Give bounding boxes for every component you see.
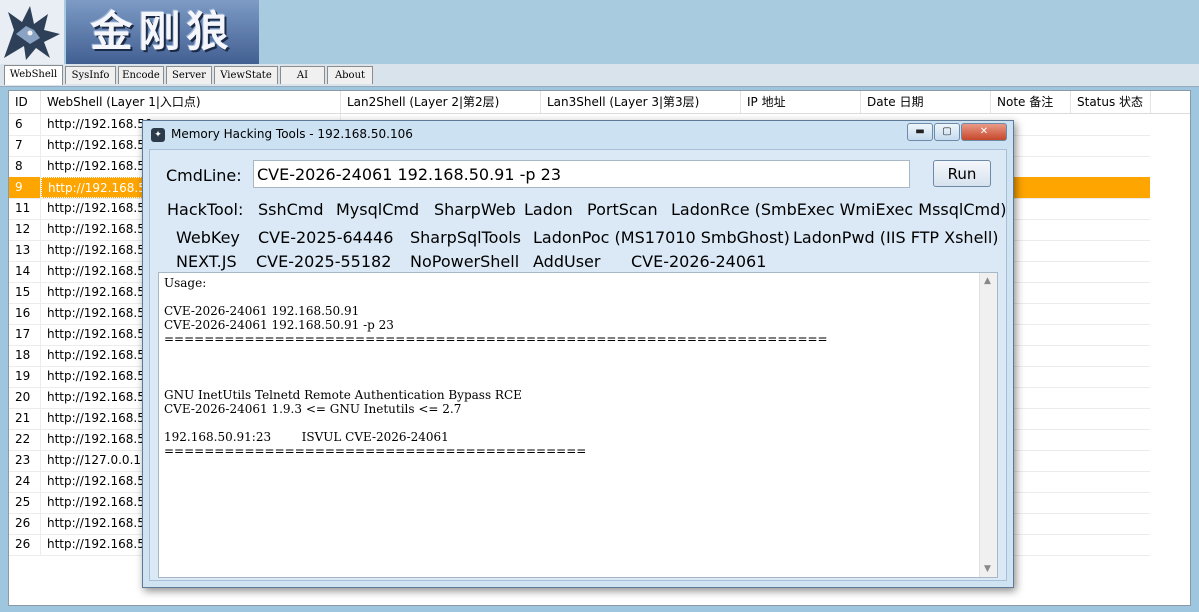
tool-portscan[interactable]: PortScan [587,200,658,219]
tab-viewstate[interactable]: ViewState [214,66,278,84]
row-id-cell: 11 [9,198,41,219]
column-header-date[interactable]: Date 日期 [861,91,991,113]
dialog-body: CmdLine: Run HackTool: SshCmd MysqlCmd S… [149,149,1007,581]
maximize-button[interactable]: ▢ [934,123,960,141]
output-scrollbar[interactable]: ▲ ▼ [979,273,997,577]
tool-sharpsqltools[interactable]: SharpSqlTools [410,228,521,247]
tool-ladonpwd[interactable]: LadonPwd (IIS FTP Xshell) [793,228,999,247]
hacktool-label: HackTool: [167,200,244,219]
tool-nopowershell[interactable]: NoPowerShell [410,252,519,271]
minimize-button[interactable]: ▬ [907,123,933,141]
tool-mysqlcmd[interactable]: MysqlCmd [336,200,419,219]
row-id-cell: 8 [9,156,41,177]
output-text: Usage: CVE-2026-24061 192.168.50.91 CVE-… [164,276,828,458]
tool-cve-2025-55182[interactable]: CVE-2025-55182 [256,252,391,271]
tool-nextjs[interactable]: NEXT.JS [176,252,237,271]
run-button[interactable]: Run [933,160,991,187]
row-id-cell: 14 [9,261,41,282]
row-id-cell: 21 [9,408,41,429]
tool-ladonpoc[interactable]: LadonPoc (MS17010 SmbGhost) [533,228,790,247]
app-banner: 金刚狼 [0,0,1199,64]
tab-server[interactable]: Server [166,66,212,84]
column-header-ip[interactable]: IP 地址 [741,91,861,113]
row-id-cell: 12 [9,219,41,240]
tool-cve-2026-24061[interactable]: CVE-2026-24061 [631,252,766,271]
column-header-lan2shell[interactable]: Lan2Shell (Layer 2|第2层) [341,91,541,113]
row-id-cell: 26 [9,513,41,534]
cmdline-label: CmdLine: [166,166,242,185]
tab-webshell[interactable]: WebShell [4,65,63,85]
row-id-cell: 6 [9,114,41,135]
column-header-id[interactable]: ID [9,91,41,113]
tab-encode[interactable]: Encode [118,66,164,84]
dialog-title-bar[interactable]: ✦ Memory Hacking Tools - 192.168.50.106 … [143,121,1013,149]
main-tab-bar: WebShell SysInfo Encode Server ViewState… [0,64,1199,87]
scroll-up-icon[interactable]: ▲ [984,276,991,286]
row-id-cell: 9 [9,177,41,198]
column-header-note[interactable]: Note 备注 [991,91,1071,113]
tool-sharpweb[interactable]: SharpWeb [434,200,516,219]
row-id-cell: 24 [9,471,41,492]
tab-sysinfo[interactable]: SysInfo [65,66,116,84]
tool-cve-2025-64446[interactable]: CVE-2025-64446 [258,228,393,247]
row-id-cell: 18 [9,345,41,366]
tab-about[interactable]: About [327,66,373,84]
column-header-lan3shell[interactable]: Lan3Shell (Layer 3|第3层) [541,91,741,113]
memory-hacking-tools-dialog: ✦ Memory Hacking Tools - 192.168.50.106 … [142,120,1014,588]
grid-header: ID WebShell (Layer 1|入口点) Lan2Shell (Lay… [9,91,1190,114]
app-wolf-icon: ✦ [151,128,165,142]
row-id-cell: 7 [9,135,41,156]
row-id-cell: 23 [9,450,41,471]
tool-ladonrce[interactable]: LadonRce (SmbExec WmiExec MssqlCmd) [671,200,1007,219]
output-textarea[interactable]: Usage: CVE-2026-24061 192.168.50.91 CVE-… [158,272,998,578]
tool-adduser[interactable]: AddUser [533,252,600,271]
tool-sshcmd[interactable]: SshCmd [258,200,324,219]
app-logo-text: 金刚狼 [66,0,259,64]
row-id-cell: 19 [9,366,41,387]
scroll-down-icon[interactable]: ▼ [984,564,991,574]
dialog-title: Memory Hacking Tools - 192.168.50.106 [171,127,413,141]
tool-webkey[interactable]: WebKey [176,228,240,247]
row-id-cell: 15 [9,282,41,303]
tab-ai[interactable]: AI [280,66,325,84]
row-id-cell: 25 [9,492,41,513]
wolf-logo-icon [0,0,64,64]
tool-ladon[interactable]: Ladon [524,200,573,219]
close-button[interactable]: ✕ [961,123,1007,141]
row-id-cell: 26 [9,534,41,555]
row-id-cell: 17 [9,324,41,345]
column-header-status[interactable]: Status 状态 [1071,91,1151,113]
cmdline-input[interactable] [253,160,910,188]
row-id-cell: 16 [9,303,41,324]
column-header-webshell[interactable]: WebShell (Layer 1|入口点) [41,91,341,113]
row-id-cell: 22 [9,429,41,450]
row-id-cell: 20 [9,387,41,408]
row-id-cell: 13 [9,240,41,261]
